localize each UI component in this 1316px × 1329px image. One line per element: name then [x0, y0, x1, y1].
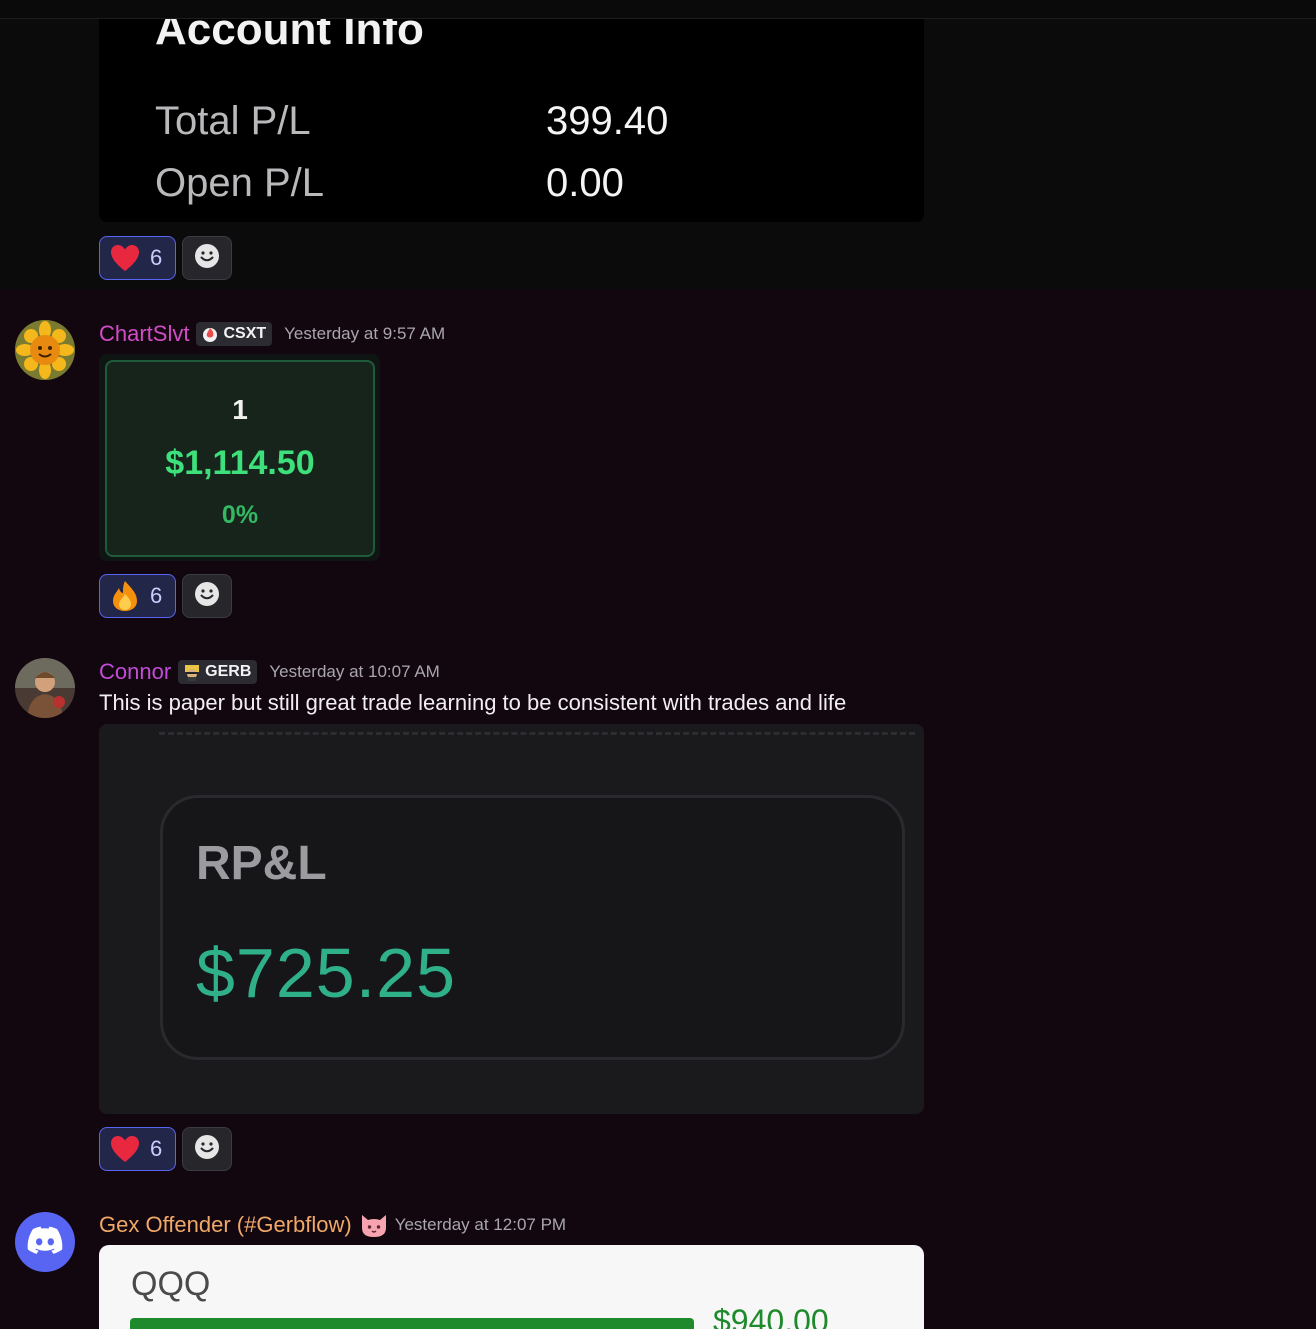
username[interactable]: Connor [99, 659, 171, 685]
smiley-icon [194, 581, 220, 612]
rpl-card-image[interactable]: RP&L $725.25 [99, 724, 924, 1114]
rpl-label: RP&L [196, 837, 327, 890]
rpl-panel: RP&L $725.25 [160, 795, 905, 1060]
message-header: Gex Offender (#Gerbflow) Yesterday at 12… [99, 1212, 566, 1238]
rpl-value: $725.25 [196, 934, 457, 1012]
server-tag[interactable]: GERB [178, 660, 258, 684]
username[interactable]: ChartSlvt [99, 321, 189, 347]
avatar[interactable] [15, 320, 75, 380]
avatar[interactable] [15, 658, 75, 718]
total-pl-value: 399.40 [546, 99, 669, 143]
timestamp: Yesterday at 12:07 PM [394, 1215, 567, 1234]
smiley-icon [194, 243, 220, 274]
discord-logo-icon [27, 1226, 63, 1259]
pnl-percent: 0% [221, 501, 259, 529]
timestamp: Yesterday at 9:57 AM [284, 324, 446, 343]
pnl-number: 1 [232, 394, 248, 425]
message-text: This is paper but still great trade lear… [99, 690, 847, 715]
add-reaction-button[interactable] [182, 236, 232, 280]
account-info-image[interactable]: Account Info Total P/L 399.40 Open P/L 0… [99, 19, 924, 222]
add-reaction-button[interactable] [182, 574, 232, 618]
character-badge-icon [182, 662, 202, 682]
cat-face-icon [359, 1212, 389, 1238]
pnl-card: 1 $1,114.50 0% [105, 360, 375, 557]
reaction-count: 6 [150, 583, 163, 608]
qqq-title: QQQ [131, 1265, 211, 1303]
account-info-title: Account Info [155, 19, 424, 54]
message-header: Connor GERB Yesterday at 10:07 AM [99, 659, 440, 685]
fire-icon [108, 579, 142, 613]
add-reaction-button[interactable] [182, 1127, 232, 1171]
smiley-icon [194, 1134, 220, 1165]
flame-badge-icon [200, 324, 220, 344]
qqq-value: $940.00 [713, 1303, 829, 1329]
divider [159, 732, 915, 735]
open-pl-label: Open P/L [155, 161, 325, 205]
server-tag-label: CSXT [223, 325, 267, 342]
pnl-card-image[interactable]: 1 $1,114.50 0% [99, 354, 380, 561]
avatar[interactable] [15, 1212, 75, 1272]
heart-reaction[interactable]: 6 [99, 236, 176, 280]
username[interactable]: Gex Offender (#Gerbflow) [99, 1212, 352, 1238]
heart-icon [108, 1132, 142, 1166]
reaction-count: 6 [150, 1136, 163, 1161]
fire-reaction[interactable]: 6 [99, 574, 176, 618]
top-bar [0, 0, 1316, 19]
server-tag-label: GERB [205, 663, 252, 680]
qqq-card-image[interactable]: QQQ $940.00 [99, 1245, 924, 1329]
heart-reaction[interactable]: 6 [99, 1127, 176, 1171]
message-header: ChartSlvt CSXT Yesterday at 9:57 AM [99, 321, 445, 347]
heart-icon [108, 241, 142, 275]
server-tag[interactable]: CSXT [196, 322, 273, 346]
pnl-amount: $1,114.50 [165, 444, 315, 482]
reaction-count: 6 [150, 245, 163, 270]
timestamp: Yesterday at 10:07 AM [269, 662, 440, 681]
qqq-bar [130, 1318, 694, 1329]
total-pl-label: Total P/L [155, 99, 311, 143]
message-account-info: Account Info Total P/L 399.40 Open P/L 0… [0, 19, 1316, 289]
open-pl-value: 0.00 [546, 161, 624, 205]
